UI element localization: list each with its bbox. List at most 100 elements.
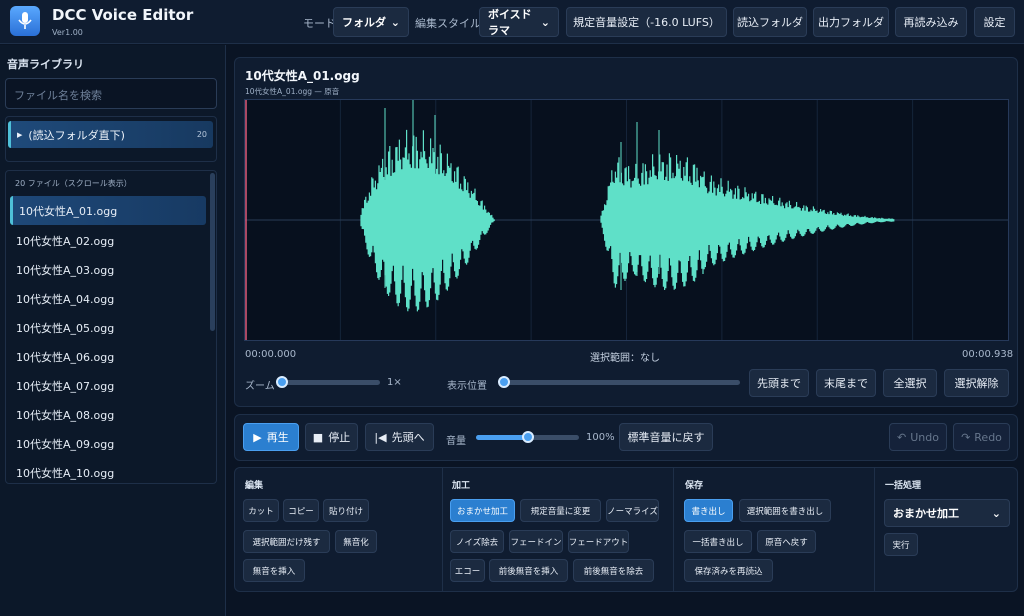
undo-button[interactable]: ↶ Undo <box>889 423 947 451</box>
folder-label: (読込フォルダ直下) <box>28 128 125 142</box>
search-input[interactable]: ファイル名を検索 <box>5 78 217 109</box>
waveform-path <box>360 129 895 312</box>
to-end-button[interactable]: 末尾まで <box>816 369 876 397</box>
remove-padding-silence-button[interactable]: 前後無音を除去 <box>573 559 654 582</box>
play-button[interactable]: ▶ 再生 <box>243 423 299 451</box>
caret-right-icon: ▶ <box>17 130 23 139</box>
microphone-logo-icon <box>10 6 40 36</box>
redo-button[interactable]: ↷ Redo <box>953 423 1010 451</box>
mode-label: モード <box>303 17 336 30</box>
zoom-slider[interactable] <box>276 376 380 388</box>
divider <box>673 468 674 591</box>
play-label: 再生 <box>266 431 289 444</box>
normalize-loudness-button[interactable]: 規定音量に変更 <box>520 499 601 522</box>
volume-fill <box>476 435 528 440</box>
redo-label: Redo <box>974 430 1002 444</box>
file-item[interactable]: 10代女性A_02.ogg <box>10 226 206 255</box>
file-item[interactable]: 10代女性A_03.ogg <box>10 255 206 284</box>
edit-section-title: 編集 <box>245 481 264 491</box>
batch-process-select[interactable]: おまかせ加工 ⌄ <box>884 499 1010 527</box>
redo-icon: ↷ <box>961 430 971 444</box>
waveform-subtitle: 10代女性A_01.ogg — 原音 <box>245 87 340 96</box>
file-list-header: 20 ファイル（スクロール表示） <box>15 179 132 188</box>
volume-value: 100% <box>586 432 615 443</box>
batch-export-button[interactable]: 一括書き出し <box>684 530 752 553</box>
volume-label: 音量 <box>446 436 466 447</box>
export-button[interactable]: 書き出し <box>684 499 733 522</box>
export-selection-button[interactable]: 選択範囲を書き出し <box>739 499 831 522</box>
stop-icon: ■ <box>312 430 324 444</box>
file-item[interactable]: 10代女性A_01.ogg <box>10 196 206 225</box>
copy-button[interactable]: コピー <box>283 499 319 522</box>
folder-item[interactable]: ▶ (読込フォルダ直下) 20 <box>8 121 213 148</box>
echo-button[interactable]: エコー <box>450 559 485 582</box>
time-end: 00:00.938 <box>962 349 1014 360</box>
edit-style-value: ボイスドラマ <box>488 8 532 37</box>
reset-volume-button[interactable]: 標準音量に戻す <box>619 423 713 451</box>
volume-slider-handle[interactable] <box>521 431 534 443</box>
insert-padding-silence-button[interactable]: 前後無音を挿入 <box>489 559 568 582</box>
stop-label: 停止 <box>328 431 351 444</box>
chevron-down-icon: ⌄ <box>991 506 1001 520</box>
waveform-title: 10代女性A_01.ogg <box>245 69 360 83</box>
file-item[interactable]: 10代女性A_10.ogg <box>10 458 206 483</box>
mode-select[interactable]: フォルダ ⌄ <box>333 7 409 37</box>
auto-process-button[interactable]: おまかせ加工 <box>450 499 515 522</box>
volume-slider[interactable] <box>476 431 579 443</box>
undo-label: Undo <box>910 430 939 444</box>
insert-silence-button[interactable]: 無音を挿入 <box>243 559 305 582</box>
app-version: Ver1.00 <box>52 28 83 37</box>
app-title: DCC Voice Editor <box>52 6 194 24</box>
rewind-button[interactable]: |◀ 先頭へ <box>365 423 434 451</box>
zoom-label: ズーム <box>245 381 275 392</box>
file-list: 20 ファイル（スクロール表示） 10代女性A_01.ogg 10代女性A_02… <box>5 170 217 484</box>
deselect-button[interactable]: 選択解除 <box>944 369 1009 397</box>
position-slider[interactable] <box>498 376 740 388</box>
input-folder-button[interactable]: 読込フォルダ <box>733 7 807 37</box>
batch-process-value: おまかせ加工 <box>893 507 959 520</box>
rewind-label: 先頭へ <box>391 431 425 444</box>
stop-button[interactable]: ■ 停止 <box>305 423 358 451</box>
waveform-graphic <box>245 100 1008 340</box>
file-item[interactable]: 10代女性A_09.ogg <box>10 429 206 458</box>
revert-original-button[interactable]: 原音へ戻す <box>757 530 816 553</box>
select-all-button[interactable]: 全選択 <box>883 369 937 397</box>
process-section-title: 加工 <box>452 481 471 491</box>
file-list-scrollbar[interactable] <box>210 173 215 331</box>
chevron-down-icon: ⌄ <box>390 15 400 29</box>
cut-button[interactable]: カット <box>243 499 279 522</box>
file-item[interactable]: 10代女性A_07.ogg <box>10 371 206 400</box>
loudness-settings-button[interactable]: 規定音量設定（-16.0 LUFS） <box>566 7 727 37</box>
keep-selection-button[interactable]: 選択範囲だけ残す <box>243 530 330 553</box>
reload-saved-button[interactable]: 保存済みを再読込 <box>684 559 773 582</box>
silence-button[interactable]: 無音化 <box>335 530 377 553</box>
file-item[interactable]: 10代女性A_05.ogg <box>10 313 206 342</box>
edit-style-select[interactable]: ボイスドラマ ⌄ <box>479 7 559 37</box>
mode-value: フォルダ <box>342 16 386 29</box>
divider <box>442 468 443 591</box>
time-start: 00:00.000 <box>245 349 297 360</box>
to-start-button[interactable]: 先頭まで <box>749 369 809 397</box>
position-slider-handle[interactable] <box>498 376 510 388</box>
output-folder-button[interactable]: 出力フォルダ <box>813 7 889 37</box>
file-item[interactable]: 10代女性A_04.ogg <box>10 284 206 313</box>
paste-button[interactable]: 貼り付け <box>323 499 369 522</box>
normalize-button[interactable]: ノーマライズ <box>606 499 659 522</box>
noise-removal-button[interactable]: ノイズ除去 <box>450 530 504 553</box>
chevron-down-icon: ⌄ <box>540 15 550 29</box>
waveform-canvas[interactable] <box>244 99 1009 341</box>
fade-out-button[interactable]: フェードアウト <box>568 530 629 553</box>
save-section-title: 保存 <box>685 481 704 491</box>
app-header: DCC Voice Editor Ver1.00 モード フォルダ ⌄ 編集スタ… <box>0 0 1024 44</box>
batch-section-title: 一括処理 <box>885 481 922 491</box>
settings-button[interactable]: 設定 <box>974 7 1015 37</box>
fade-in-button[interactable]: フェードイン <box>509 530 563 553</box>
run-batch-button[interactable]: 実行 <box>884 533 918 556</box>
edit-style-label: 編集スタイル <box>415 17 481 30</box>
file-item[interactable]: 10代女性A_08.ogg <box>10 400 206 429</box>
reload-button[interactable]: 再読み込み <box>895 7 967 37</box>
selection-range: 選択範囲：なし <box>590 353 660 364</box>
zoom-slider-handle[interactable] <box>276 376 288 388</box>
play-icon: ▶ <box>253 430 262 444</box>
file-item[interactable]: 10代女性A_06.ogg <box>10 342 206 371</box>
